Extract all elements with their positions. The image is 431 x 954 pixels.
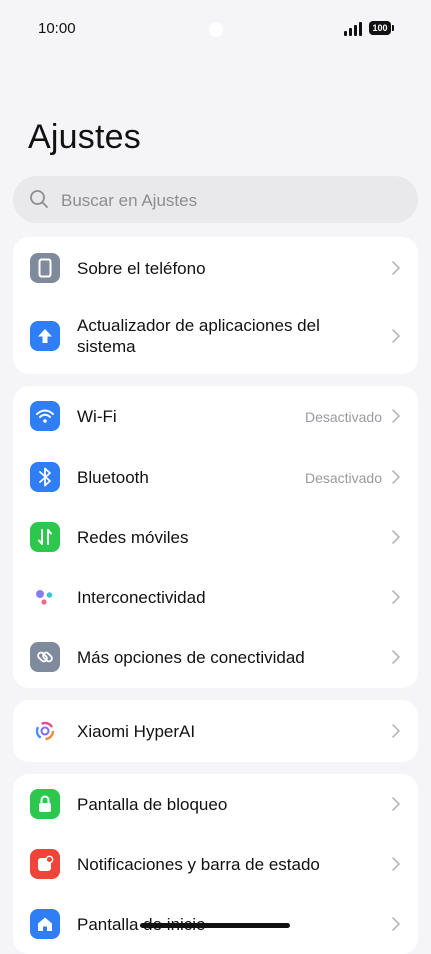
chevron-right-icon	[391, 469, 401, 485]
settings-item-label: Pantalla de bloqueo	[77, 795, 228, 814]
phone-icon	[30, 253, 60, 283]
chevron-right-icon	[391, 649, 401, 665]
status-bar: 10:00 100	[0, 0, 431, 60]
settings-item-label: Más opciones de conectividad	[77, 648, 305, 667]
search-input[interactable]: Buscar en Ajustes	[13, 176, 418, 223]
chevron-right-icon	[391, 260, 401, 276]
page-title: Ajustes	[28, 118, 141, 156]
settings-item-label: Sobre el teléfono	[77, 259, 206, 278]
settings-item-wifi[interactable]: Wi-Fi Desactivado	[13, 386, 418, 447]
chevron-right-icon	[391, 916, 401, 932]
chevron-right-icon	[391, 856, 401, 872]
hyperai-icon	[30, 716, 60, 746]
settings-item-label: Redes móviles	[77, 528, 189, 547]
wifi-icon	[30, 401, 60, 431]
chevron-right-icon	[391, 723, 401, 739]
notification-icon	[30, 849, 60, 879]
settings-item-hyperai[interactable]: Xiaomi HyperAI	[13, 700, 418, 762]
settings-item-notifications[interactable]: Notificaciones y barra de estado	[13, 834, 418, 894]
signal-icon	[344, 22, 364, 36]
settings-group-ai: Xiaomi HyperAI	[13, 700, 418, 762]
bluetooth-status: Desactivado	[304, 470, 382, 486]
home-icon	[30, 909, 60, 939]
arrow-up-icon	[30, 321, 60, 351]
chevron-right-icon	[391, 589, 401, 605]
settings-item-interconnectivity[interactable]: Interconectividad	[13, 567, 418, 627]
chevron-right-icon	[391, 529, 401, 545]
settings-item-label: Bluetooth	[77, 468, 149, 487]
chevron-right-icon	[391, 796, 401, 812]
settings-item-label: Actualizador de aplicaciones del sistema	[77, 316, 320, 356]
camera-cutout	[209, 23, 223, 37]
interconnectivity-icon	[30, 582, 60, 612]
lock-icon	[30, 789, 60, 819]
home-indicator[interactable]	[140, 923, 290, 928]
settings-item-about-phone[interactable]: Sobre el teléfono	[13, 237, 418, 299]
settings-group-connectivity: Wi-Fi Desactivado Bluetooth Desactivado …	[13, 386, 418, 688]
mobile-data-icon	[30, 522, 60, 552]
bluetooth-icon	[30, 462, 60, 492]
settings-item-more-connectivity[interactable]: Más opciones de conectividad	[13, 627, 418, 688]
settings-group-device: Sobre el teléfono Actualizador de aplica…	[13, 237, 418, 374]
chevron-right-icon	[391, 408, 401, 424]
settings-item-mobile-networks[interactable]: Redes móviles	[13, 507, 418, 567]
search-placeholder: Buscar en Ajustes	[61, 191, 198, 210]
link-icon	[30, 642, 60, 672]
chevron-right-icon	[391, 328, 401, 344]
wifi-status: Desactivado	[304, 409, 382, 425]
settings-item-lock-screen[interactable]: Pantalla de bloqueo	[13, 774, 418, 834]
settings-item-label: Wi-Fi	[77, 407, 117, 426]
settings-item-label: Interconectividad	[77, 588, 206, 607]
settings-item-system-app-updater[interactable]: Actualizador de aplicaciones del sistema	[13, 299, 418, 374]
settings-item-bluetooth[interactable]: Bluetooth Desactivado	[13, 447, 418, 507]
settings-item-label: Notificaciones y barra de estado	[77, 855, 320, 874]
search-icon	[30, 190, 48, 208]
settings-item-label: Xiaomi HyperAI	[77, 722, 196, 741]
battery-icon: 100	[369, 21, 394, 35]
status-time: 10:00	[38, 20, 76, 37]
